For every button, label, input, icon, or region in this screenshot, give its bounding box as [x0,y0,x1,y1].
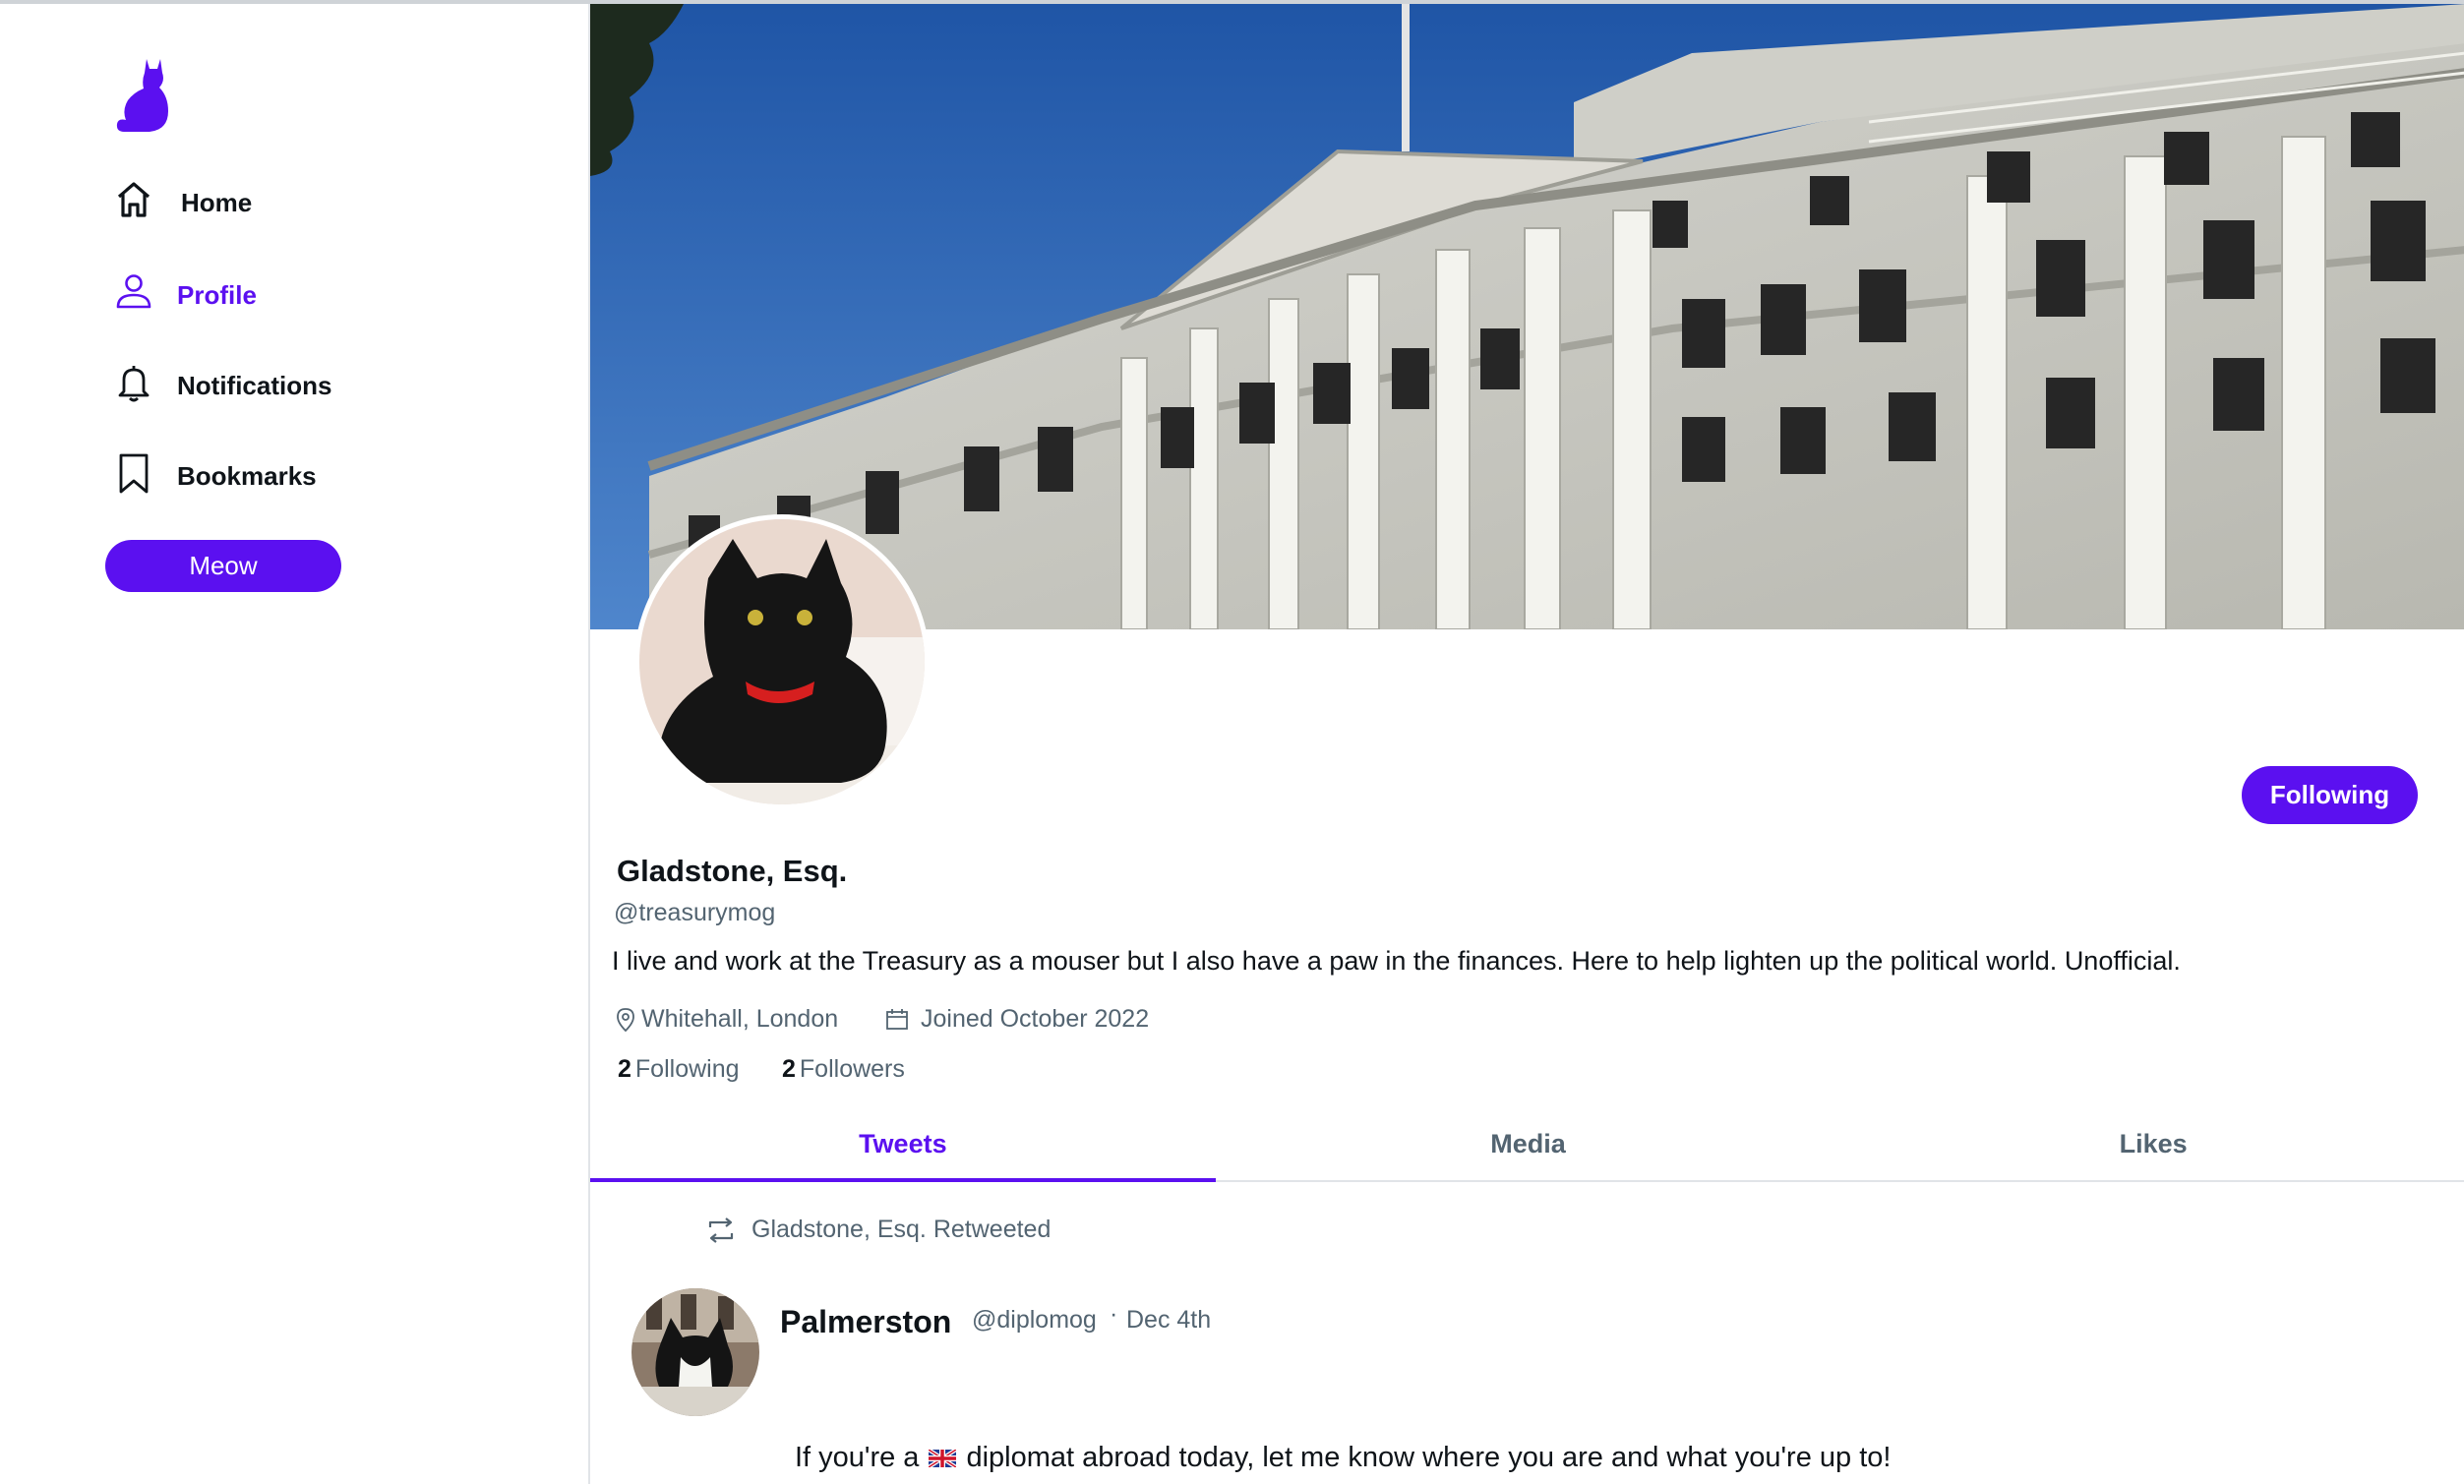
location-text: Whitehall, London [641,1005,839,1033]
sidebar-item-label: Bookmarks [177,461,317,491]
tweet-author-name[interactable]: Palmerston [780,1304,951,1340]
following-count: 2 [618,1055,631,1083]
profile-handle: @treasurymog [614,899,776,926]
tweet-separator: · [1110,1300,1118,1328]
sidebar-item-bookmarks[interactable]: Bookmarks [114,452,317,494]
profile-location: Whitehall, London [614,1005,838,1034]
sidebar: Home Profile Notifications Bookmarks Meo… [0,4,588,1484]
meow-button[interactable]: Meow [105,540,341,592]
profile-banner-image [590,4,2464,629]
following-label: Following [634,1055,740,1083]
followers-label: Followers [799,1055,905,1083]
tweet-text-part: If you're a [795,1442,920,1473]
home-icon [117,182,150,217]
user-icon [116,274,151,309]
following-stat[interactable]: 2 Following [618,1055,740,1084]
location-pin-icon [617,1007,634,1032]
joined-text: Joined October 2022 [921,1005,1150,1033]
bookmark-icon [119,453,149,494]
tweet-body: If you're a diplomat abroad today, let m… [795,1442,1891,1474]
retweet-icon [708,1217,734,1243]
sidebar-item-label: Profile [177,280,257,310]
uk-flag-icon [929,1449,957,1467]
profile-bio: I live and work at the Treasury as a mou… [612,946,2181,976]
profile-avatar[interactable] [639,519,925,804]
profile-tabs: Tweets Media Likes [590,1107,2464,1182]
calendar-icon [886,1008,908,1030]
profile-joined: Joined October 2022 [885,1005,1149,1034]
sidebar-item-home[interactable]: Home [114,179,252,220]
sidebar-item-profile[interactable]: Profile [114,271,257,313]
profile-main: Following Gladstone, Esq. @treasurymog I… [588,4,2464,1484]
following-button[interactable]: Following [2242,766,2418,824]
tweet-author-handle: @diplomog [972,1306,1097,1334]
retweet-indicator: Gladstone, Esq. Retweeted [706,1216,1051,1244]
retweeted-by-text: Gladstone, Esq. Retweeted [751,1216,1052,1243]
tab-media[interactable]: Media [1216,1107,1841,1180]
tab-tweets[interactable]: Tweets [590,1107,1216,1182]
bell-icon [118,366,150,402]
sidebar-item-label: Home [181,188,253,217]
followers-count: 2 [782,1055,796,1083]
tweet-text-part: diplomat abroad today, let me know where… [966,1442,1892,1473]
sidebar-item-notifications[interactable]: Notifications [114,362,331,403]
tab-likes[interactable]: Likes [1840,1107,2464,1180]
sidebar-item-label: Notifications [177,371,332,400]
profile-display-name: Gladstone, Esq. [617,854,848,888]
tweet-author-avatar[interactable] [631,1288,759,1416]
followers-stat[interactable]: 2 Followers [782,1055,905,1084]
cat-icon[interactable] [114,55,171,138]
tweet-date: Dec 4th [1126,1306,1212,1334]
